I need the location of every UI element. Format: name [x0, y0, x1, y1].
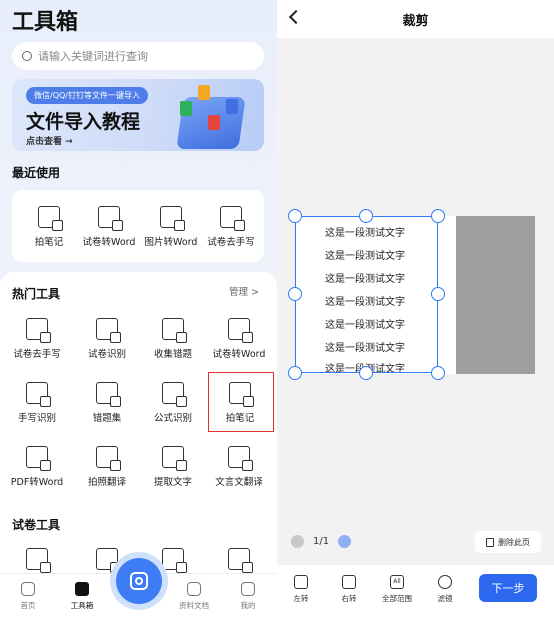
- search-placeholder: 请输入关键词进行查询: [38, 50, 148, 63]
- full-range-button[interactable]: All 全部范围: [377, 575, 417, 604]
- camera-button[interactable]: [116, 558, 162, 604]
- page-title: 工具箱: [12, 10, 79, 35]
- page-indicator: 1/1: [313, 536, 330, 547]
- delete-page-button[interactable]: 删除此页: [475, 531, 541, 553]
- recent-item[interactable]: 试卷转Word: [76, 206, 142, 248]
- full-range-icon: All: [390, 575, 404, 589]
- recent-card: 拍笔记 试卷转Word 图片转Word 试卷去手写: [12, 190, 264, 262]
- crop-handle[interactable]: [431, 366, 445, 380]
- rotate-right-button[interactable]: 右转: [329, 575, 369, 604]
- rotate-left-button[interactable]: 左转: [281, 575, 321, 604]
- rotate-left-icon: [294, 575, 308, 589]
- highlight-box: [208, 372, 274, 432]
- tool-item[interactable]: 提取文字: [140, 446, 206, 488]
- crop-handle[interactable]: [359, 209, 373, 223]
- tool-item[interactable]: 收集错题: [140, 318, 206, 360]
- exam-tool-icon: [162, 548, 187, 573]
- prev-page-icon[interactable]: [291, 535, 304, 548]
- exam-tool-icon: [228, 548, 253, 573]
- tool-item[interactable]: 文言文翻译: [206, 446, 272, 488]
- manage-link[interactable]: 管理 >: [229, 284, 259, 298]
- search-icon: [22, 51, 32, 61]
- screen-title: 裁剪: [402, 14, 429, 29]
- tool-item[interactable]: 试卷去手写: [4, 318, 70, 360]
- classical-translate-icon: [228, 446, 253, 471]
- trash-icon: [486, 537, 494, 547]
- rotate-right-icon: [342, 575, 356, 589]
- image-word-icon: [160, 206, 185, 231]
- profile-icon: [241, 582, 255, 596]
- mistake-book-icon: [96, 382, 121, 407]
- crop-handle[interactable]: [359, 366, 373, 380]
- crop-frame[interactable]: [295, 216, 438, 373]
- import-tutorial-banner[interactable]: 微信/QQ/钉钉等文件一键导入 文件导入教程 点击查看 →: [12, 79, 264, 151]
- erase-handwriting-icon: [220, 206, 245, 231]
- pdf-word-icon: [26, 446, 51, 471]
- formula-icon: [162, 382, 187, 407]
- exam-scan-icon: [96, 318, 121, 343]
- next-page-icon[interactable]: [338, 535, 352, 548]
- filter-button[interactable]: 滤镜: [425, 575, 465, 604]
- recent-item[interactable]: 拍笔记: [16, 206, 82, 248]
- banner-title: 文件导入教程: [26, 111, 141, 133]
- exam-tool-icon: [26, 548, 51, 573]
- crop-handle[interactable]: [288, 366, 302, 380]
- crop-handle[interactable]: [431, 287, 445, 301]
- excel-icon: [180, 101, 192, 116]
- photo-translate-icon: [96, 446, 121, 471]
- exam-word-icon: [98, 206, 123, 231]
- exam-tool-icon: [96, 548, 121, 573]
- exam-word-icon: [228, 318, 253, 343]
- handwriting-icon: [26, 382, 51, 407]
- recent-item[interactable]: 图片转Word: [138, 206, 204, 248]
- header: 裁剪: [277, 0, 554, 38]
- tool-item[interactable]: [4, 548, 70, 576]
- crop-handle[interactable]: [431, 209, 445, 223]
- note-icon: [38, 206, 63, 231]
- pager: 1/1: [291, 535, 352, 548]
- crop-screen: 裁剪 这是一段测试文字 这是一段测试文字 这是一段测试文字 这是一段测试文字 这…: [277, 0, 554, 617]
- crop-handle[interactable]: [288, 287, 302, 301]
- toolbox-screen: 工具箱 请输入关键词进行查询 微信/QQ/钉钉等文件一键导入 文件导入教程 点击…: [0, 0, 277, 617]
- banner-link[interactable]: 点击查看 →: [26, 134, 73, 147]
- recent-heading: 最近使用: [12, 166, 61, 180]
- gray-area: [456, 216, 535, 374]
- tool-item[interactable]: 拍照翻译: [74, 446, 140, 488]
- tool-item[interactable]: PDF转Word: [4, 446, 70, 488]
- tool-item[interactable]: 手写识别: [4, 382, 70, 424]
- pdf-icon: [208, 115, 220, 130]
- filter-icon: [438, 575, 452, 589]
- home-icon: [21, 582, 35, 596]
- tab-me[interactable]: 我的: [220, 582, 276, 611]
- search-input[interactable]: 请输入关键词进行查询: [12, 42, 264, 70]
- bottom-action-bar: 左转 右转 All 全部范围 滤镜 下一步: [277, 565, 554, 617]
- tool-item[interactable]: 试卷转Word: [206, 318, 272, 360]
- tab-documents[interactable]: 资料文档: [166, 582, 222, 611]
- extract-text-icon: [162, 446, 187, 471]
- tool-item[interactable]: 公式识别: [140, 382, 206, 424]
- toolbox-icon: [75, 582, 89, 596]
- collect-mistakes-icon: [162, 318, 187, 343]
- erase-handwriting-icon: [26, 318, 51, 343]
- banner-pill: 微信/QQ/钉钉等文件一键导入: [26, 87, 148, 104]
- tab-home[interactable]: 首页: [0, 582, 56, 611]
- tool-item[interactable]: 错题集: [74, 382, 140, 424]
- next-step-button[interactable]: 下一步: [479, 574, 537, 602]
- exam-heading: 试卷工具: [12, 518, 61, 532]
- file-icon: [198, 85, 210, 100]
- recent-item[interactable]: 试卷去手写: [198, 206, 264, 248]
- tool-item[interactable]: 试卷识别: [74, 318, 140, 360]
- tab-toolbox[interactable]: 工具箱: [54, 582, 110, 611]
- word-icon: [226, 99, 238, 114]
- hot-heading: 热门工具: [12, 287, 61, 301]
- crop-handle[interactable]: [288, 209, 302, 223]
- document-icon: [187, 582, 201, 596]
- tool-item[interactable]: [206, 548, 272, 576]
- camera-icon: [130, 572, 148, 590]
